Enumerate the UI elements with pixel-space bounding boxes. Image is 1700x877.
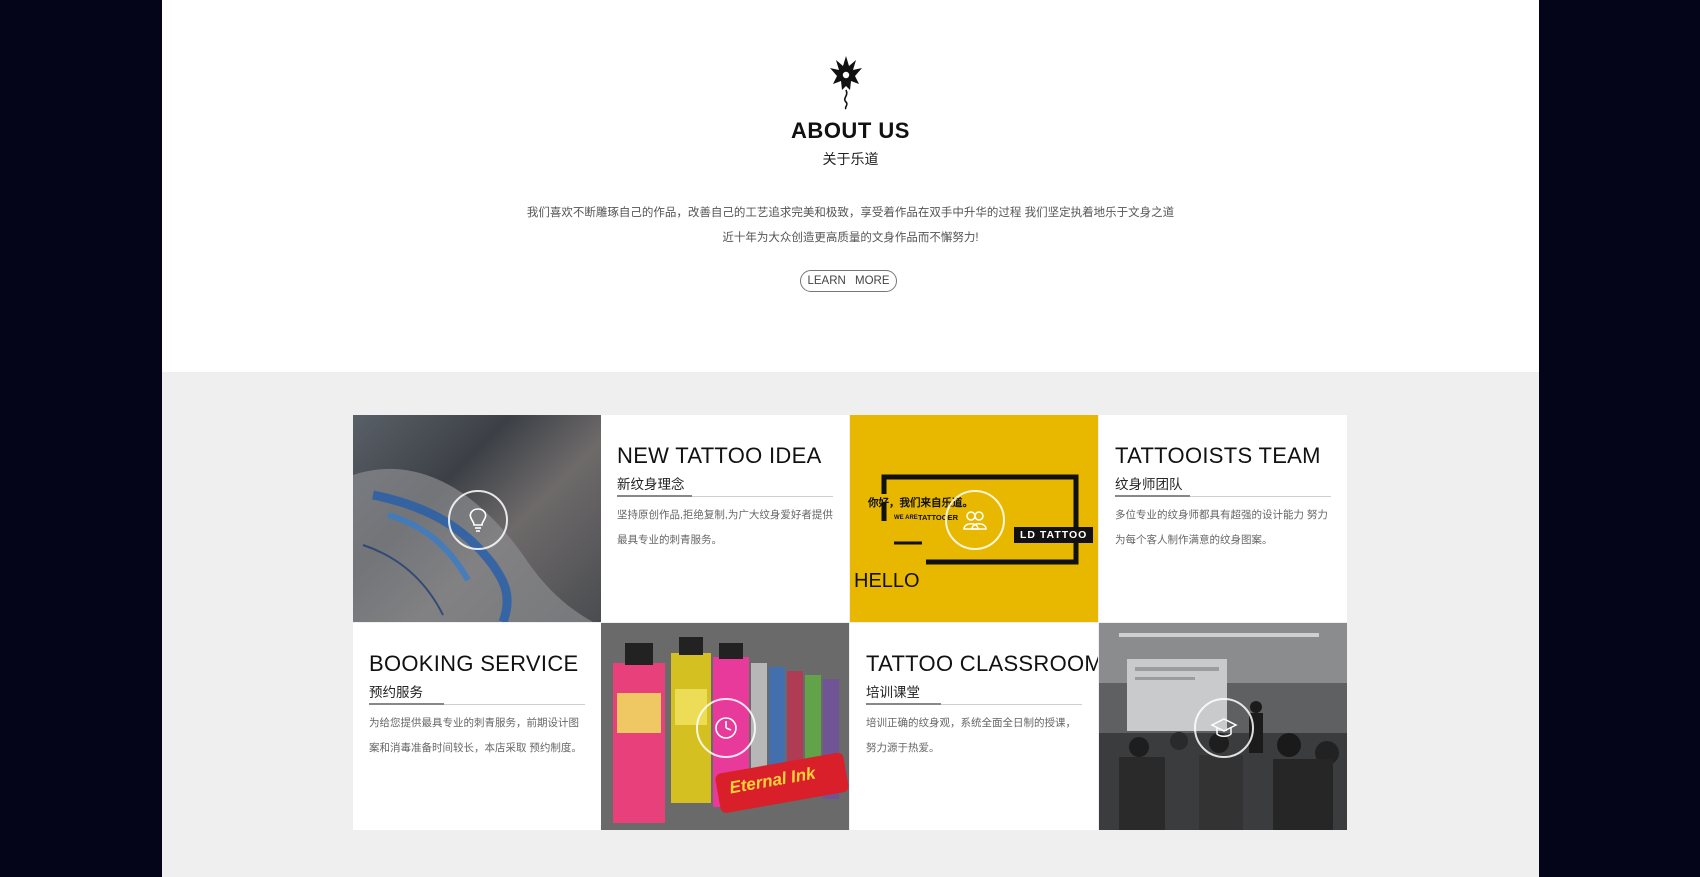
banner-hello: HELLO bbox=[854, 570, 920, 592]
banner-we-are: WE ARE bbox=[894, 515, 918, 521]
feature-description: 培训正确的纹身观，系统全面全日制的授课，努力源于热爱。 bbox=[866, 717, 1076, 754]
about-description-line2: 近十年为大众创造更高质量的文身作品而不懈努力! bbox=[722, 232, 979, 244]
about-section: ABOUT US 关于乐道 我们喜欢不断雕琢自己的作品，改善自己的工艺追求完美和… bbox=[162, 0, 1539, 372]
feature-tattoo-classroom[interactable]: TATTOO CLASSROOM 培训课堂 培训正确的纹身观，系统全面全日制的授… bbox=[850, 623, 1098, 830]
divider-accent bbox=[1115, 495, 1190, 497]
feature-subtitle: 培训课堂 bbox=[866, 685, 920, 700]
divider-accent bbox=[617, 495, 692, 497]
clock-icon bbox=[696, 697, 756, 758]
feature-subtitle: 纹身师团队 bbox=[1115, 477, 1183, 492]
feature-tattooists-team[interactable]: TATTOOISTS TEAM 纹身师团队 多位专业的纹身师都具有超强的设计能力… bbox=[1099, 415, 1347, 622]
feature-title: TATTOO CLASSROOM bbox=[866, 651, 1098, 676]
features-section: NEW TATTOO IDEA 新纹身理念 坚持原创作品,拒绝复制,为广大纹身爱… bbox=[162, 372, 1539, 877]
feature-new-tattoo-idea[interactable]: NEW TATTOO IDEA 新纹身理念 坚持原创作品,拒绝复制,为广大纹身爱… bbox=[601, 415, 849, 622]
page: ABOUT US 关于乐道 我们喜欢不断雕琢自己的作品，改善自己的工艺追求完美和… bbox=[162, 0, 1539, 877]
features-grid: NEW TATTOO IDEA 新纹身理念 坚持原创作品,拒绝复制,为广大纹身爱… bbox=[353, 415, 1347, 830]
feature-description: 为给您提供最具专业的刺青服务，前期设计图案和消毒准备时间较长，本店采取 预约制度… bbox=[369, 717, 582, 754]
ink-bottles-image[interactable]: Eternal Ink bbox=[601, 623, 849, 830]
classroom-image[interactable] bbox=[1099, 623, 1347, 830]
feature-subtitle: 新纹身理念 bbox=[617, 477, 685, 492]
lightbulb-icon bbox=[448, 489, 508, 550]
learn-more-button[interactable]: LEARN MORE bbox=[800, 270, 897, 292]
about-description-line1: 我们喜欢不断雕琢自己的作品，改善自己的工艺追求完美和极致，享受着作品在双手中升华… bbox=[526, 207, 1175, 219]
divider-accent bbox=[369, 703, 444, 705]
feature-description: 坚持原创作品,拒绝复制,为广大纹身爱好者提供最具专业的刺青服务。 bbox=[617, 509, 833, 546]
tattoo-logo-icon bbox=[830, 56, 862, 110]
feature-description: 多位专业的纹身师都具有超强的设计能力 努力为每个客人制作满意的纹身图案。 bbox=[1115, 509, 1328, 546]
about-title: ABOUT US bbox=[791, 118, 910, 143]
feature-booking-service[interactable]: BOOKING SERVICE 预约服务 为给您提供最具专业的刺青服务，前期设计… bbox=[353, 623, 601, 830]
tattoo-idea-image[interactable] bbox=[353, 415, 601, 622]
graduation-cap-icon bbox=[1194, 697, 1254, 758]
ld-tattoo-banner[interactable]: 你好，我们来自乐道。 WE ARE TATTOOER LD TATTOO HEL… bbox=[850, 415, 1098, 622]
banner-brand: LD TATTOO bbox=[1014, 527, 1094, 543]
feature-title: NEW TATTOO IDEA bbox=[617, 443, 822, 468]
about-subtitle: 关于乐道 bbox=[822, 151, 879, 167]
feature-title: TATTOOISTS TEAM bbox=[1115, 443, 1321, 468]
feature-subtitle: 预约服务 bbox=[369, 685, 423, 700]
feature-title: BOOKING SERVICE bbox=[369, 651, 579, 676]
team-icon bbox=[945, 489, 1005, 550]
divider-accent bbox=[866, 703, 941, 705]
